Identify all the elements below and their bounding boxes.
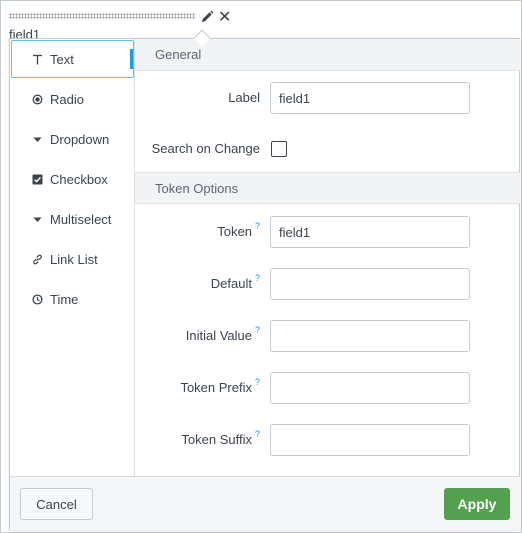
menu-item-dropdown[interactable]: Dropdown xyxy=(12,120,134,158)
menu-item-label: Multiselect xyxy=(50,211,112,227)
search-on-change-label: Search on Change xyxy=(151,141,260,156)
menu-item-label: Dropdown xyxy=(50,131,110,147)
settings-content: General Label Search on Change Token Opt… xyxy=(135,39,520,476)
input-settings-popover: Text Radio Dropdown Checkbox Multiselect… xyxy=(9,38,520,530)
token-prefix-input[interactable] xyxy=(270,372,470,404)
initial-value-label-text: Initial Value xyxy=(185,328,252,343)
pencil-icon[interactable] xyxy=(200,10,214,24)
menu-item-multiselect[interactable]: Multiselect xyxy=(12,200,134,238)
label-field-label: Label xyxy=(228,90,260,105)
search-on-change-checkbox[interactable] xyxy=(271,141,287,157)
menu-item-link-list[interactable]: Link List xyxy=(12,240,134,278)
help-icon[interactable]: ? xyxy=(255,429,260,439)
drag-handle[interactable] xyxy=(9,13,195,19)
help-icon[interactable]: ? xyxy=(255,273,260,283)
token-label-text: Token xyxy=(217,224,252,239)
menu-item-time[interactable]: Time xyxy=(12,280,134,318)
multiselect-caret-icon xyxy=(32,214,43,225)
menu-item-label: Radio xyxy=(50,91,84,107)
token-suffix-label-text: Token Suffix xyxy=(181,432,252,447)
token-suffix-label: Token Suffix? xyxy=(181,429,260,447)
clock-icon xyxy=(32,293,43,305)
initial-value-input[interactable] xyxy=(270,320,470,352)
input-header: ✕ field1 xyxy=(1,1,522,42)
link-icon xyxy=(32,254,43,265)
dropdown-caret-icon xyxy=(32,134,43,145)
token-prefix-label: Token Prefix? xyxy=(180,377,260,395)
menu-item-label: Link List xyxy=(50,251,98,267)
default-label-text: Default xyxy=(210,276,252,291)
token-input[interactable] xyxy=(270,216,470,248)
section-general-title: General xyxy=(135,39,520,71)
menu-item-text[interactable]: Text xyxy=(11,40,134,78)
label-input[interactable] xyxy=(270,82,470,114)
help-icon[interactable]: ? xyxy=(255,221,260,231)
menu-item-label: Time xyxy=(50,291,79,307)
cancel-button[interactable]: Cancel xyxy=(20,488,93,520)
token-suffix-input[interactable] xyxy=(270,424,470,456)
help-icon[interactable]: ? xyxy=(255,325,260,335)
menu-item-radio[interactable]: Radio xyxy=(12,80,134,118)
help-icon[interactable]: ? xyxy=(255,377,260,387)
checkbox-icon xyxy=(32,174,43,185)
popover-footer: Cancel Apply xyxy=(10,476,520,530)
default-input[interactable] xyxy=(270,268,470,300)
menu-item-checkbox[interactable]: Checkbox xyxy=(12,160,134,198)
menu-item-label: Text xyxy=(50,51,74,67)
input-editor: ✕ field1 Text Radio Dropdown Checkbox Mu… xyxy=(0,0,522,533)
initial-value-label: Initial Value? xyxy=(185,325,260,343)
input-type-menu: Text Radio Dropdown Checkbox Multiselect… xyxy=(10,39,135,476)
section-token-options-title: Token Options xyxy=(135,172,520,204)
text-icon xyxy=(32,54,43,65)
menu-item-label: Checkbox xyxy=(50,171,108,187)
token-prefix-label-text: Token Prefix xyxy=(180,380,252,395)
default-label: Default? xyxy=(210,273,260,291)
apply-button[interactable]: Apply xyxy=(444,488,510,520)
close-icon[interactable]: ✕ xyxy=(218,9,231,25)
token-label: Token? xyxy=(217,221,260,239)
radio-icon xyxy=(32,94,43,105)
